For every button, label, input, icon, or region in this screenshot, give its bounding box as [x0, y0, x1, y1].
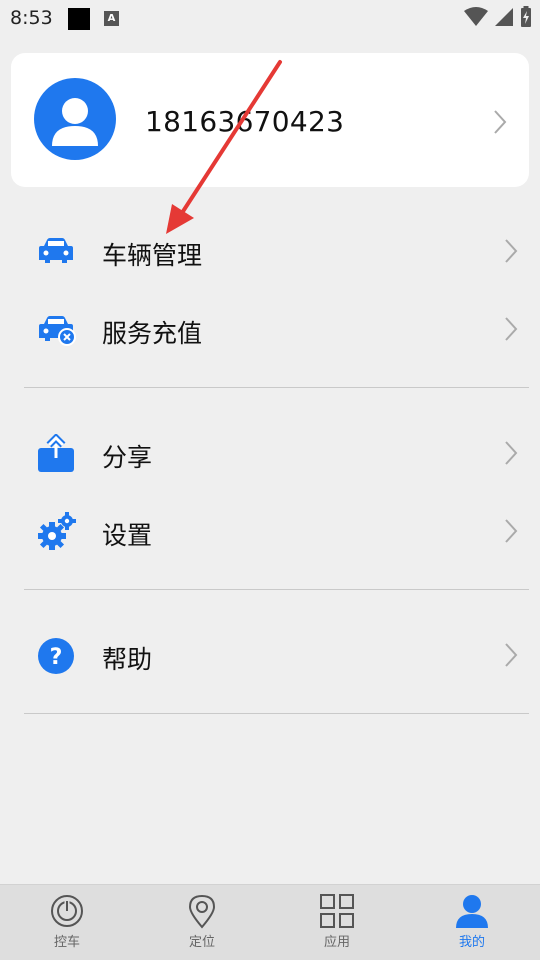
- power-icon: [51, 895, 83, 927]
- tab-label: 应用: [323, 935, 350, 950]
- menu-item-settings[interactable]: 设置: [0, 496, 540, 566]
- tab-location[interactable]: 定位: [157, 893, 247, 957]
- divider: [24, 387, 529, 388]
- menu-item-service-recharge[interactable]: 服务充值: [0, 294, 540, 364]
- menu-label: 分享: [102, 443, 153, 472]
- divider: [24, 713, 529, 714]
- notification-square-icon: [68, 8, 90, 30]
- car-service-icon: [39, 316, 76, 346]
- tab-mine[interactable]: 我的: [427, 893, 517, 957]
- chevron-right-icon: [505, 441, 518, 465]
- help-icon: ?: [38, 638, 74, 674]
- status-badge: A: [104, 11, 119, 26]
- tab-apps[interactable]: 应用: [292, 893, 382, 957]
- user-icon: [52, 98, 98, 146]
- battery-icon: [521, 6, 531, 27]
- svg-text:?: ?: [50, 645, 63, 670]
- location-pin-icon: [188, 894, 216, 929]
- tab-label: 控车: [53, 935, 80, 950]
- tab-label: 我的: [458, 935, 485, 950]
- chevron-right-icon: [505, 643, 518, 667]
- status-indicators: [464, 6, 532, 28]
- bottom-nav: 控车 定位 应用 我的: [0, 884, 540, 960]
- profile-card[interactable]: 18163670423: [11, 53, 529, 187]
- chevron-right-icon: [505, 317, 518, 341]
- signal-icon: [495, 8, 513, 26]
- menu-item-vehicle-management[interactable]: 车辆管理: [0, 216, 540, 286]
- tab-control[interactable]: 控车: [22, 893, 112, 957]
- share-icon: [38, 434, 74, 472]
- chevron-right-icon: [505, 239, 518, 263]
- menu-item-help[interactable]: ? 帮助: [0, 620, 540, 690]
- wifi-icon: [464, 7, 488, 26]
- menu-label: 车辆管理: [102, 241, 203, 270]
- tab-label: 定位: [188, 935, 215, 950]
- menu-label: 帮助: [102, 645, 153, 674]
- divider: [24, 589, 529, 590]
- person-icon: [456, 895, 488, 928]
- phone-number: 18163670423: [145, 105, 345, 138]
- chevron-right-icon: [494, 110, 507, 134]
- menu-label: 服务充值: [102, 319, 203, 348]
- avatar: [34, 78, 116, 160]
- status-time: 8:53: [10, 7, 53, 29]
- car-icon: [39, 238, 73, 263]
- gear-icon: [38, 512, 76, 550]
- grid-icon: [320, 894, 354, 928]
- status-bar: 8:53 A: [0, 0, 540, 38]
- chevron-right-icon: [505, 519, 518, 543]
- menu-label: 设置: [102, 521, 153, 550]
- menu-item-share[interactable]: 分享: [0, 418, 540, 488]
